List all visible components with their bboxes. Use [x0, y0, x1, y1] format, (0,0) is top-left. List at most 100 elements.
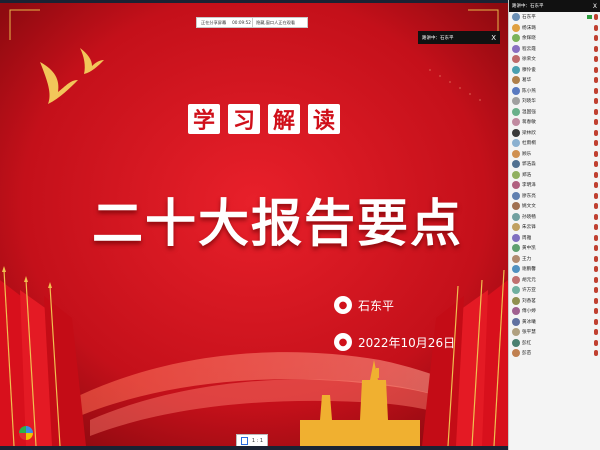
microphone-icon[interactable]: [594, 161, 598, 168]
participant-row[interactable]: 温国强: [509, 107, 600, 118]
microphone-icon[interactable]: [594, 129, 598, 136]
avatar: [512, 107, 520, 116]
close-icon[interactable]: X: [593, 3, 597, 10]
presenter-name: 石东平: [358, 298, 395, 313]
participant-row[interactable]: 孙晓畅: [509, 212, 600, 223]
participant-row[interactable]: 傅小婷: [509, 306, 600, 317]
participant-row[interactable]: 李明泽: [509, 180, 600, 191]
microphone-icon[interactable]: [594, 108, 598, 115]
microphone-icon[interactable]: [594, 276, 598, 283]
participant-row[interactable]: 徐荣文: [509, 54, 600, 65]
participant-row[interactable]: 蒋春敏: [509, 117, 600, 128]
microphone-icon[interactable]: [594, 234, 598, 241]
participant-row[interactable]: 朱云锋: [509, 222, 600, 233]
microphone-icon[interactable]: [594, 266, 598, 273]
avatar: [512, 55, 520, 64]
microphone-icon: ●: [334, 333, 352, 351]
participant-row[interactable]: 余辉晓: [509, 33, 600, 44]
participant-name: 程云霞: [522, 46, 536, 52]
microphone-icon[interactable]: [594, 24, 598, 31]
participant-row[interactable]: 郭浩淼: [509, 159, 600, 170]
microphone-icon[interactable]: [594, 56, 598, 63]
participant-name: 周雅: [522, 235, 532, 241]
participant-name: 刘香茗: [522, 298, 536, 304]
microphone-icon[interactable]: [594, 255, 598, 262]
participant-row[interactable]: 郑浩: [509, 170, 600, 181]
participant-row[interactable]: 黄冰曦: [509, 317, 600, 328]
participant-name: 朱云锋: [522, 225, 536, 231]
microphone-icon[interactable]: [594, 45, 598, 52]
microphone-icon[interactable]: [594, 329, 598, 336]
participant-name: 蒋春敏: [522, 120, 536, 126]
microphone-icon[interactable]: [594, 339, 598, 346]
microphone-icon[interactable]: [594, 150, 598, 157]
microphone-icon[interactable]: [594, 35, 598, 42]
avatar: [512, 65, 520, 74]
participant-row[interactable]: 彭红: [509, 338, 600, 349]
microphone-icon[interactable]: [594, 318, 598, 325]
avatar: [512, 223, 520, 232]
microphone-icon[interactable]: [594, 203, 598, 210]
microphone-icon[interactable]: [594, 171, 598, 178]
microphone-icon[interactable]: [594, 14, 598, 21]
participant-row[interactable]: 程云霞: [509, 44, 600, 55]
participant-row[interactable]: 胡元元: [509, 275, 600, 286]
microphone-icon[interactable]: [594, 182, 598, 189]
avatar: [512, 296, 520, 305]
participant-name: 许方亚: [522, 288, 536, 294]
participant-row[interactable]: 顾乐: [509, 149, 600, 160]
speaker-popup-label: 路讲中：石东平: [422, 35, 454, 41]
avatar: [512, 44, 520, 53]
participant-row[interactable]: 杜雨桐: [509, 138, 600, 149]
participant-row[interactable]: 葛华: [509, 75, 600, 86]
avatar: [512, 128, 520, 137]
avatar: [512, 23, 520, 32]
participant-row[interactable]: 杨沫璐: [509, 23, 600, 34]
participant-row[interactable]: 石东平: [509, 12, 600, 23]
microphone-icon[interactable]: [594, 192, 598, 199]
participant-row[interactable]: 彭苗: [509, 348, 600, 359]
share-hint-bar[interactable]: 隐藏,窗口人正在观看: [252, 17, 308, 28]
microphone-icon[interactable]: [594, 140, 598, 147]
participant-list: 石东平 杨沫璐余辉晓程云霞徐荣文 穆伶俊 葛华 陈小燕 刘晓华 温国强蒋春敏梁林欣 杜雨桐 顾乐…: [509, 12, 600, 359]
participant-row[interactable]: 谢鹏馨: [509, 264, 600, 275]
participant-row[interactable]: 陈小燕: [509, 86, 600, 97]
avatar: [512, 118, 520, 127]
participant-row[interactable]: 张平慧: [509, 327, 600, 338]
microphone-icon[interactable]: [594, 119, 598, 126]
microphone-icon[interactable]: [594, 213, 598, 220]
participant-row[interactable]: 廖东亮: [509, 191, 600, 202]
microphone-icon[interactable]: [594, 98, 598, 105]
participant-row[interactable]: 周雅: [509, 233, 600, 244]
participant-row[interactable]: 穆伶俊: [509, 65, 600, 76]
microphone-icon[interactable]: [594, 224, 598, 231]
close-icon[interactable]: X: [491, 34, 496, 42]
camera-icon[interactable]: [587, 15, 592, 20]
share-hint: 隐藏,窗口人正在观看: [256, 19, 296, 25]
participant-name: 黄中凯: [522, 246, 536, 252]
participant-row[interactable]: 王力: [509, 254, 600, 265]
avatar: [512, 139, 520, 148]
participant-row[interactable]: 梁林欣: [509, 128, 600, 139]
participant-row[interactable]: 姚文文: [509, 201, 600, 212]
app-logo-icon[interactable]: [19, 426, 33, 440]
microphone-icon[interactable]: [594, 297, 598, 304]
microphone-icon[interactable]: [594, 66, 598, 73]
avatar: [512, 244, 520, 253]
microphone-icon[interactable]: [594, 77, 598, 84]
avatar: [512, 76, 520, 85]
participant-name: 黄冰曦: [522, 319, 536, 325]
microphone-icon[interactable]: [594, 350, 598, 357]
avatar: [512, 338, 520, 347]
microphone-icon[interactable]: [594, 245, 598, 252]
date-text: 2022年10月26日: [358, 335, 456, 350]
microphone-icon[interactable]: [594, 308, 598, 315]
microphone-icon[interactable]: [594, 287, 598, 294]
person-icon: ●: [334, 296, 352, 314]
participant-row[interactable]: 刘香茗: [509, 296, 600, 307]
participant-row[interactable]: 刘晓华: [509, 96, 600, 107]
participant-row[interactable]: 黄中凯: [509, 243, 600, 254]
participant-row[interactable]: 许方亚: [509, 285, 600, 296]
participant-name: 余辉晓: [522, 36, 536, 42]
microphone-icon[interactable]: [594, 87, 598, 94]
